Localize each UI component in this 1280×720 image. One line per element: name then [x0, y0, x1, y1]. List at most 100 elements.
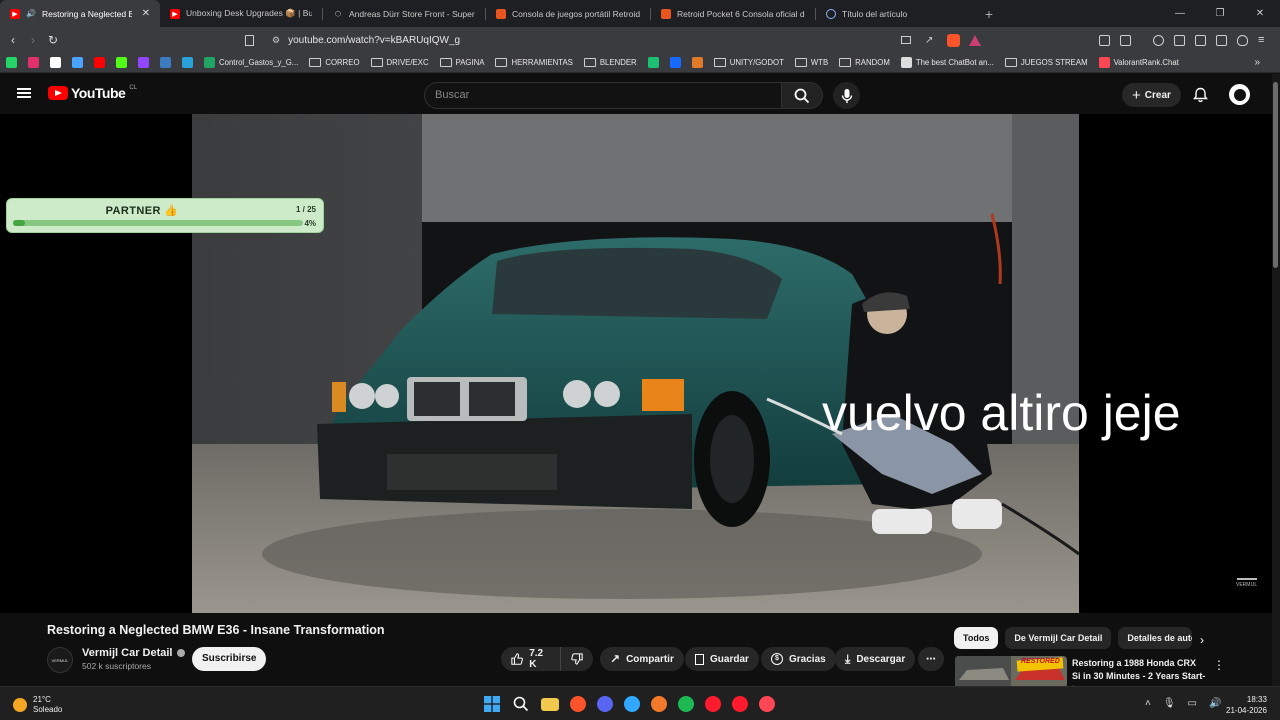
bookmark-kick[interactable]	[116, 57, 127, 68]
bookmark-store[interactable]	[691, 57, 703, 68]
bookmark-valorantrank-chat[interactable]: ValorantRank.Chat	[1098, 57, 1179, 68]
bookmark-behance[interactable]	[669, 57, 681, 68]
restore-icon[interactable]: ❐	[1200, 0, 1240, 27]
subscribe-button[interactable]: Suscribirse	[192, 647, 267, 671]
leo-ai-icon[interactable]	[1216, 34, 1227, 46]
blender-icon[interactable]	[651, 696, 667, 712]
reload-icon[interactable]: ↻	[43, 27, 63, 53]
channel-avatar[interactable]: VERMIJL	[47, 647, 73, 673]
search-button[interactable]	[781, 82, 823, 109]
chip-channel[interactable]: De Vermijl Car Detail	[1005, 627, 1112, 649]
more-actions-button[interactable]: ⋯	[918, 647, 944, 671]
bookmark-herramientas[interactable]: HERRAMIENTAS	[495, 58, 573, 67]
tab-articulo[interactable]: Título del artículo	[816, 0, 976, 27]
channel-watermark[interactable]: VERMIJL	[1236, 572, 1257, 588]
spotify-icon[interactable]	[678, 696, 694, 712]
network-icon[interactable]: ▭	[1188, 698, 1197, 709]
guide-menu-icon[interactable]	[17, 88, 31, 98]
like-button[interactable]: 7.2 K	[501, 647, 560, 671]
chevron-up-icon[interactable]: ˄	[1145, 698, 1151, 709]
chevron-right-icon[interactable]: ›	[1200, 633, 1204, 647]
recommendation-menu-icon[interactable]: ⋮	[1213, 658, 1225, 672]
bookmark-paypal[interactable]	[160, 57, 171, 68]
cast-icon[interactable]	[901, 36, 911, 44]
new-tab-button[interactable]: +	[976, 6, 1002, 22]
menu-icon[interactable]: ≡	[1258, 34, 1270, 46]
bookmark-juegos-stream[interactable]: JUEGOS STREAM	[1004, 58, 1088, 67]
bookmark-cloud[interactable]	[72, 57, 83, 68]
wallet-extension-icon[interactable]	[1195, 34, 1206, 46]
mic-tray-icon[interactable]: 🎙	[1163, 698, 1176, 709]
bookmark-x[interactable]	[50, 57, 61, 68]
page-scrollbar[interactable]	[1272, 74, 1280, 686]
back-icon[interactable]: ‹	[3, 27, 23, 53]
brave-icon[interactable]	[570, 696, 586, 712]
bookmark-page-icon[interactable]	[245, 34, 254, 46]
wallet-icon[interactable]	[1120, 34, 1131, 46]
opera-gx-icon[interactable]	[732, 696, 748, 712]
vpn-icon[interactable]	[1237, 34, 1248, 46]
bookmark-youtube[interactable]	[94, 57, 105, 68]
video-player[interactable]: vuelvo altiro jeje PARTNER 👍 1 / 25 4% V…	[0, 114, 1272, 613]
voice-search-button[interactable]	[833, 82, 860, 109]
chip-auto-details[interactable]: Detalles de auto	[1118, 627, 1193, 649]
valorant-icon[interactable]	[759, 696, 775, 712]
start-icon[interactable]	[483, 695, 501, 713]
tab-retroid-1[interactable]: Consola de juegos portátil Retroid Po	[486, 0, 650, 27]
brave-rewards-icon[interactable]	[969, 34, 981, 46]
music-icon[interactable]	[1153, 34, 1164, 46]
tab-unboxing[interactable]: ▶ Unboxing Desk Upgrades 📦 | Build	[160, 0, 322, 27]
download-button[interactable]: ⤓ Descargar	[835, 647, 916, 671]
bookmark-wtb[interactable]: WTB	[794, 58, 828, 67]
bookmark-instagram[interactable]	[28, 57, 39, 68]
share-icon[interactable]: ↗	[925, 35, 933, 46]
bookmark-control-gastos-y-g[interactable]: Control_Gastos_y_G...	[204, 57, 298, 68]
bookmark-blender[interactable]: BLENDER	[583, 58, 637, 67]
thanks-button[interactable]: $ Gracias	[761, 647, 836, 671]
scrollbar-thumb[interactable]	[1273, 82, 1278, 268]
tab-superhive[interactable]: ⬡ Andreas Dürr Store Front - Superhive	[323, 0, 485, 27]
channel-name-text[interactable]: Vermijl Car Detail	[82, 647, 173, 659]
share-button[interactable]: ↗ Compartir	[600, 647, 684, 671]
youtube-logo[interactable]: YouTube CL	[48, 85, 137, 101]
recommendation-thumbnail[interactable]: RESTORED	[955, 656, 1067, 688]
photoshop-icon[interactable]	[624, 696, 640, 712]
brave-shield-icon[interactable]	[947, 33, 960, 47]
channel-name[interactable]: Vermijl Car Detail	[82, 647, 185, 659]
dislike-button[interactable]	[560, 647, 593, 671]
tab-retroid-2[interactable]: Retroid Pocket 6 Consola oficial de ju	[651, 0, 815, 27]
chip-todos[interactable]: Todos	[954, 627, 999, 649]
more-bookmarks-icon[interactable]: »	[1254, 57, 1260, 68]
tab-youtube-bmw[interactable]: ▶ 🔊 Restoring a Neglected BMW E36 ✕	[0, 0, 160, 27]
address-bar[interactable]: ⚙ youtube.com/watch?v=kBARUqIQW_g ↗	[245, 30, 990, 50]
file-explorer-icon[interactable]	[541, 697, 559, 711]
tab-close-icon[interactable]: ✕	[142, 8, 150, 19]
site-settings-icon[interactable]: ⚙	[272, 35, 280, 46]
system-clock[interactable]: 18:33 21-04-2026	[1226, 694, 1267, 716]
bookmark-fiverr[interactable]	[647, 57, 659, 68]
extensions-icon[interactable]	[1099, 34, 1110, 46]
close-window-icon[interactable]: ✕	[1240, 0, 1280, 27]
minimize-icon[interactable]: —	[1160, 0, 1200, 27]
save-button[interactable]: Guardar	[685, 647, 759, 671]
bookmark-the-best-chatbot-an[interactable]: The best ChatBot an...	[900, 57, 994, 68]
search-icon[interactable]	[512, 695, 530, 713]
bookmark-drive-exc[interactable]: DRIVE/EXC	[370, 58, 429, 67]
url-text[interactable]: youtube.com/watch?v=kBARUqIQW_g	[288, 35, 460, 46]
create-button[interactable]: + Crear	[1122, 83, 1181, 107]
opera-icon[interactable]	[705, 696, 721, 712]
notifications-button[interactable]	[1193, 87, 1208, 108]
volume-icon[interactable]: 🔊	[1209, 698, 1221, 709]
bookmark-twitch[interactable]	[138, 57, 149, 68]
bookmark-pagina[interactable]: PAGINA	[439, 58, 484, 67]
search-input[interactable]: Buscar	[424, 82, 782, 109]
bookmark-unity-godot[interactable]: UNITY/GODOT	[713, 58, 784, 67]
bookmark-correo[interactable]: CORREO	[309, 58, 360, 67]
bookmark-telegram[interactable]	[182, 57, 193, 68]
weather-widget[interactable]: 21°C Soleado	[13, 695, 62, 715]
audio-icon[interactable]: 🔊	[26, 9, 36, 18]
discord-icon[interactable]	[597, 696, 613, 712]
forward-icon[interactable]: ›	[23, 27, 43, 53]
bookmark-whatsapp[interactable]	[6, 57, 17, 68]
sidebar-icon[interactable]	[1174, 34, 1185, 46]
